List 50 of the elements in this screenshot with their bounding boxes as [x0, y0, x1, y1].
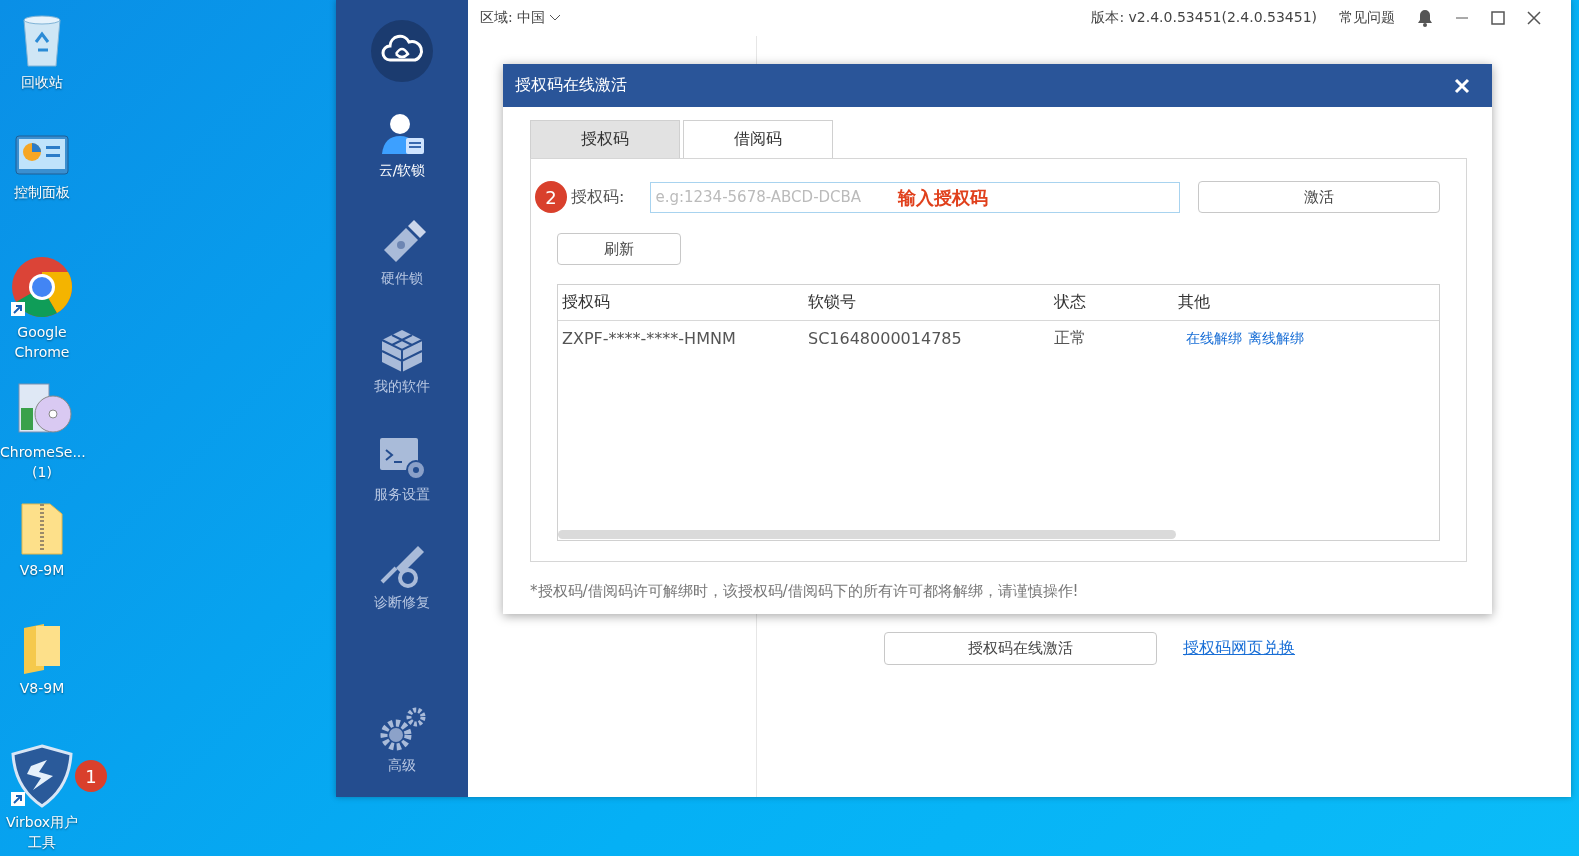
- step-badge: 2: [535, 181, 567, 213]
- zip-folder-icon[interactable]: [18, 500, 66, 556]
- sidebar-item[interactable]: 诊断修复: [374, 544, 430, 652]
- unbind-link[interactable]: 离线解绑: [1248, 329, 1304, 348]
- web-redeem-link[interactable]: 授权码网页兑换: [1183, 638, 1295, 659]
- dialog-title: 授权码在线激活: [515, 75, 627, 96]
- table-cell-text: 正常: [1053, 328, 1087, 349]
- sidebar-item[interactable]: 服务设置: [374, 436, 430, 544]
- desktop-icon-label[interactable]: 控制面板: [0, 182, 84, 202]
- maximize-icon[interactable]: [1491, 11, 1505, 25]
- column-header: 授权码: [561, 292, 611, 313]
- control-panel-icon[interactable]: [14, 134, 70, 178]
- scrollbar-thumb[interactable]: [558, 529, 1176, 539]
- desktop-icon-label[interactable]: Google Chrome: [0, 322, 84, 362]
- step-badge: 1: [75, 760, 107, 792]
- sidebar-item[interactable]: 我的软件: [374, 328, 430, 436]
- tab[interactable]: 授权码: [530, 120, 680, 158]
- warning-note: *授权码/借阅码许可解绑时，该授权码/借阅码下的所有许可都将解绑，请谨慎操作!: [530, 582, 1080, 601]
- column-header: 其他: [1177, 292, 1211, 313]
- sidebar-item[interactable]: 云/软锁: [378, 112, 426, 220]
- field-annotation: 输入授权码: [898, 185, 989, 210]
- field-label: 授权码:: [571, 186, 626, 208]
- tab[interactable]: 借阅码: [683, 120, 833, 158]
- desktop-icon-label[interactable]: V8-9M: [0, 678, 84, 698]
- screwdriver-icon[interactable]: [378, 544, 426, 590]
- region-selector[interactable]: 区域: 中国: [480, 9, 562, 27]
- column-header: 状态: [1053, 292, 1087, 313]
- sidebar-item[interactable]: 高级: [378, 707, 426, 797]
- sidebar-item[interactable]: 硬件锁: [378, 220, 426, 328]
- desktop-icon-label[interactable]: V8-9M: [0, 560, 84, 580]
- table-cell-text: SC1648000014785: [807, 329, 963, 348]
- faq-link[interactable]: 常见问题: [1339, 9, 1395, 27]
- cloud-logo-icon: [371, 20, 433, 82]
- column-header: 软锁号: [807, 292, 857, 313]
- bell-icon[interactable]: [1417, 9, 1433, 27]
- caret-icon[interactable]: [549, 14, 562, 22]
- online-activate-button[interactable]: 授权码在线激活: [884, 632, 1157, 665]
- desktop-icon-label[interactable]: ChromeSe... (1): [0, 442, 84, 482]
- close-icon[interactable]: [1527, 11, 1541, 25]
- settings-icon[interactable]: [378, 707, 426, 753]
- version-text: 版本: v2.4.0.53451(2.4.0.53451): [1091, 9, 1317, 27]
- desktop-icon-label[interactable]: 回收站: [0, 72, 84, 92]
- chrome-icon[interactable]: [11, 256, 73, 318]
- folder-icon[interactable]: [22, 622, 62, 674]
- desktop-icon-label[interactable]: Virbox用户工具: [0, 812, 84, 852]
- activate-button[interactable]: 激活: [1198, 181, 1440, 213]
- refresh-button[interactable]: 刷新: [557, 233, 681, 265]
- table-cell-text: ZXPF-****-****-HMNM: [561, 329, 737, 348]
- shield-icon[interactable]: [11, 744, 73, 808]
- unbind-link[interactable]: 在线解绑: [1186, 329, 1242, 348]
